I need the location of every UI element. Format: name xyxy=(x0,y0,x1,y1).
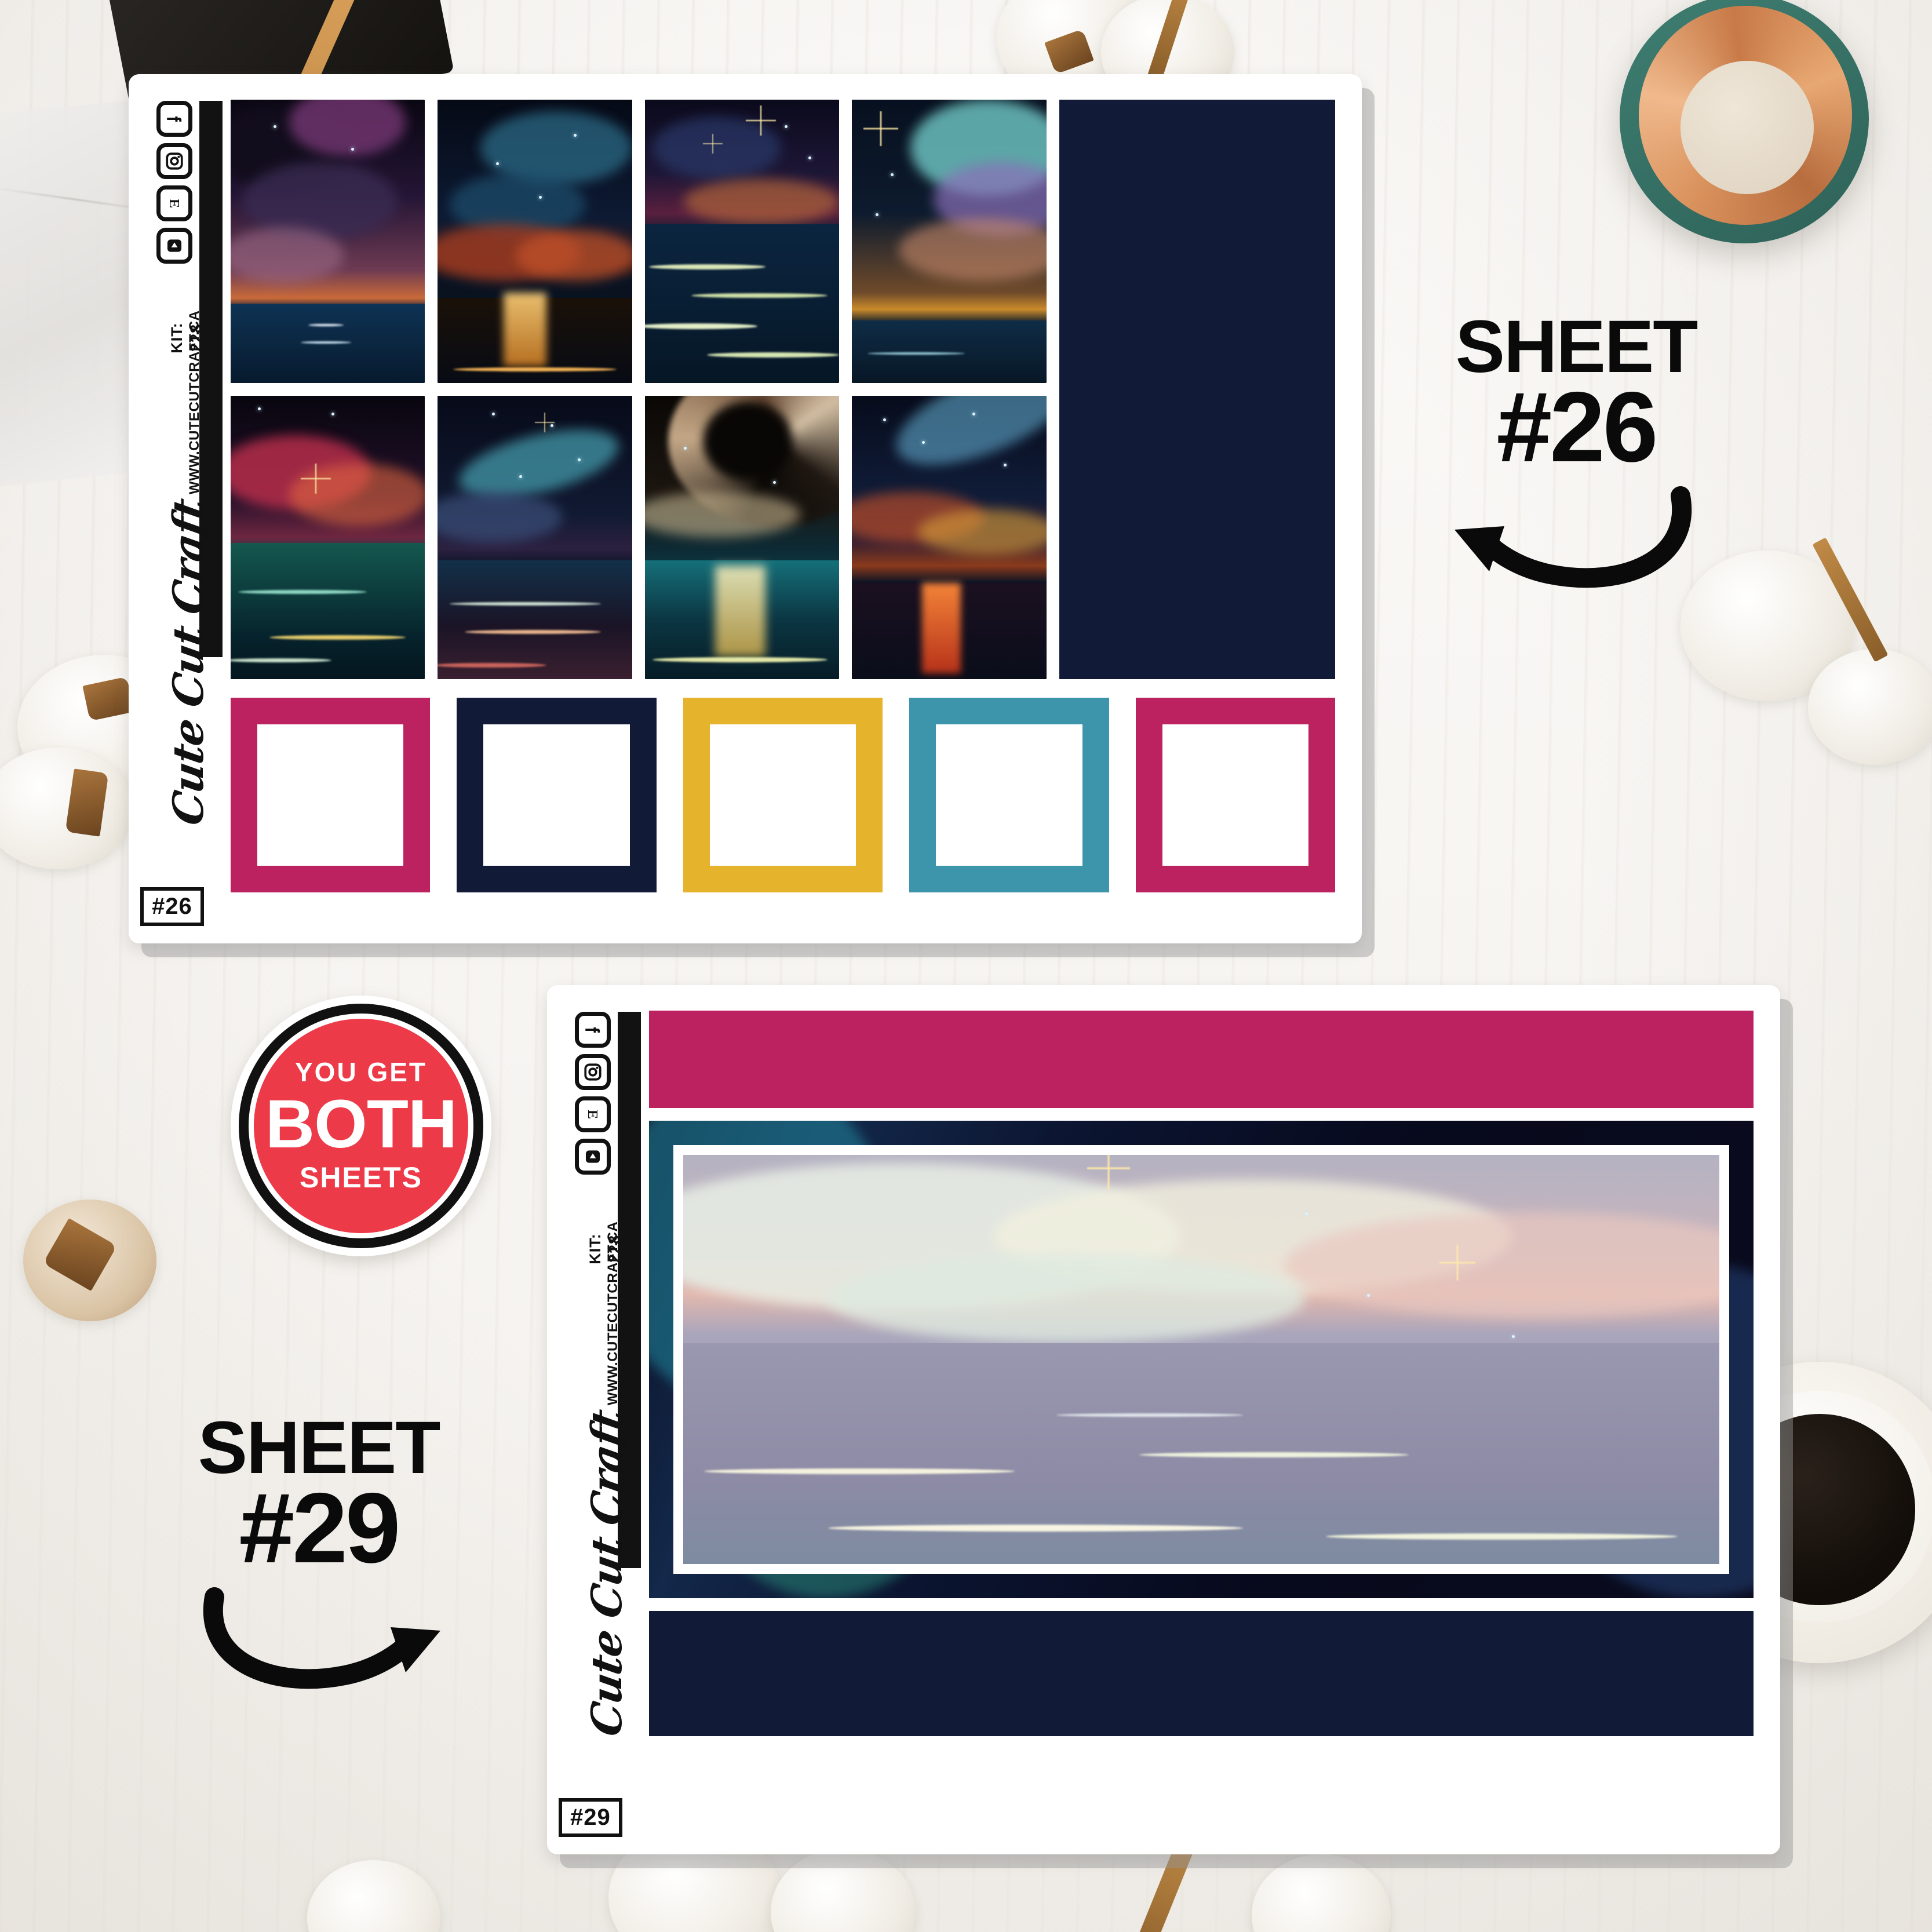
sheet-26-content xyxy=(231,74,1362,943)
copper-bowl-base xyxy=(1681,61,1814,194)
box-sticker-row xyxy=(231,698,1335,892)
you-get-both-sheets-badge: YOU GET BOTH SHEETS xyxy=(231,996,491,1256)
curved-arrow-left-icon xyxy=(1455,486,1692,588)
badge-main-text: BOTH xyxy=(265,1086,457,1162)
sticker-crimson-glow-ocean[interactable] xyxy=(231,396,425,679)
sheet-26-sidebar: E KIT: 228 Cute Cut Craft WWW.CUTECUTCRA… xyxy=(129,74,231,943)
facebook-icon[interactable] xyxy=(156,101,192,137)
sticker-vortex-moonpath[interactable] xyxy=(644,396,840,679)
badge-bottom-text: SHEETS xyxy=(299,1161,423,1194)
navy-footer-block[interactable] xyxy=(649,1611,1754,1736)
box-sticker-navy[interactable] xyxy=(457,698,657,892)
sheet-number-tag: #29 xyxy=(559,1798,622,1837)
cotton-boll xyxy=(1808,649,1932,765)
sticker-photo-grid xyxy=(231,100,1335,679)
annotation-26-line2: #26 xyxy=(1496,371,1658,483)
sheet-29-content xyxy=(649,985,1780,1854)
sticker-sheet-26[interactable]: E KIT: 228 Cute Cut Craft WWW.CUTECUTCRA… xyxy=(129,74,1362,943)
sheet-29-sidebar: E KIT: 228 Cute Cut Craft WWW.CUTECUTCRA… xyxy=(547,985,649,1854)
instagram-icon[interactable] xyxy=(156,143,192,179)
sticker-ember-clouds-sunset[interactable] xyxy=(438,100,632,383)
sticker-sheet-29[interactable]: E KIT: 228 Cute Cut Craft WWW.CUTECUTCRA… xyxy=(547,985,1780,1854)
sticker-teal-cloud-tower[interactable] xyxy=(852,100,1047,383)
brand-website: WWW.CUTECUTCRAFT.CA xyxy=(187,310,202,495)
facebook-icon[interactable] xyxy=(575,1012,611,1048)
annotation-29-line2: #29 xyxy=(239,1472,401,1584)
box-sticker-pink-1[interactable] xyxy=(231,698,431,892)
sticker-galaxy-arch-shore[interactable] xyxy=(438,396,632,679)
svg-text:E: E xyxy=(166,199,181,208)
brand-name: Cute Cut Craft xyxy=(163,496,213,829)
curved-arrow-right-icon xyxy=(203,1587,440,1689)
sheet-number-tag: #26 xyxy=(140,887,204,926)
pink-header-bar[interactable] xyxy=(649,1011,1754,1108)
social-icon-strip: E xyxy=(575,1012,611,1181)
social-icon-strip: E xyxy=(156,101,192,270)
navy-note-block[interactable] xyxy=(1059,100,1335,679)
badge-top-text: YOU GET xyxy=(294,1057,428,1087)
etsy-icon[interactable]: E xyxy=(575,1096,611,1132)
brand-name: Cute Cut Craft xyxy=(581,1407,631,1740)
annotation-sheet-29: SHEET #29 xyxy=(133,1411,504,1698)
box-sticker-teal[interactable] xyxy=(909,698,1109,892)
sticker-milkyway-sunset[interactable] xyxy=(852,396,1047,679)
brand-block: Cute Cut Craft WWW.CUTECUTCRAFT.CA xyxy=(539,1222,631,1740)
feature-photo-inner-frame xyxy=(673,1145,1729,1574)
svg-text:E: E xyxy=(585,1110,600,1119)
brand-block: Cute Cut Craft WWW.CUTECUTCRAFT.CA xyxy=(121,311,213,829)
box-sticker-gold[interactable] xyxy=(683,698,883,892)
annotation-sheet-26: SHEET #26 xyxy=(1391,310,1762,597)
sticker-starburst-waves[interactable] xyxy=(644,100,840,383)
etsy-icon[interactable]: E xyxy=(156,185,192,221)
brand-website: WWW.CUTECUTCRAFT.CA xyxy=(605,1221,621,1406)
youtube-icon[interactable] xyxy=(575,1139,611,1175)
box-sticker-pink-2[interactable] xyxy=(1135,698,1335,892)
feature-photo-sticker[interactable] xyxy=(649,1121,1754,1598)
instagram-icon[interactable] xyxy=(575,1054,611,1090)
youtube-icon[interactable] xyxy=(156,228,192,264)
sticker-nebula-sunset-sea[interactable] xyxy=(231,100,425,383)
kit-label-text: KIT: xyxy=(168,322,185,353)
kit-label-text: KIT: xyxy=(586,1233,604,1264)
badge-disc: YOU GET BOTH SHEETS xyxy=(254,1019,468,1233)
